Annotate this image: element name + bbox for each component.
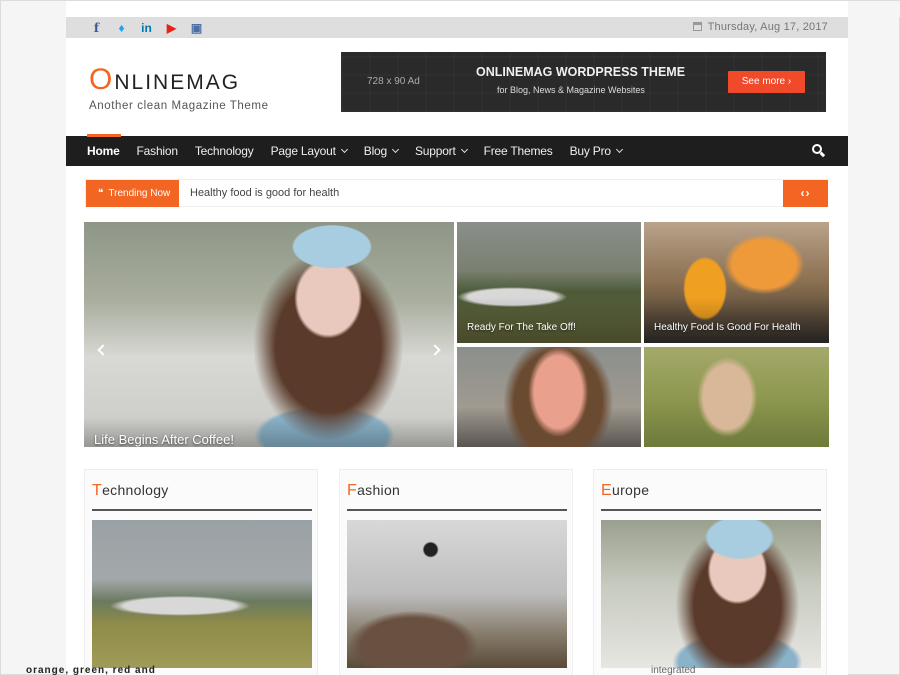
ad-see-more-button[interactable]: See more › [728, 71, 805, 93]
nav-label: Blog [363, 144, 387, 158]
category-title[interactable]: Fashion [347, 482, 400, 500]
nav-item-free-themes[interactable]: Free Themes [484, 144, 553, 158]
trending-headline[interactable]: Healthy food is good for health [190, 187, 339, 199]
trending-label-text: Trending Now [108, 188, 171, 199]
chevron-down-icon [615, 145, 623, 154]
category-europe: Europe [593, 469, 827, 675]
nav-label: Page Layout [270, 144, 336, 158]
title-rest: urope [611, 482, 650, 498]
logo-first-letter: O [89, 63, 115, 96]
category-title[interactable]: Technology [92, 482, 169, 500]
category-image[interactable] [347, 520, 567, 668]
category-technology: Technology [84, 469, 318, 675]
category-divider [92, 509, 312, 511]
category-image[interactable] [92, 520, 312, 668]
calendar-icon [692, 22, 702, 31]
featured-tile-phone[interactable] [457, 347, 641, 447]
category-divider [601, 509, 821, 511]
nav-item-buy-pro[interactable]: Buy Pro [569, 144, 623, 158]
nav-item-home[interactable]: Home [87, 144, 120, 158]
nav-item-fashion[interactable]: Fashion [137, 144, 178, 158]
category-title[interactable]: Europe [601, 482, 649, 500]
category-divider [347, 509, 567, 511]
chevron-down-icon [340, 145, 348, 154]
nav-label: Technology [194, 144, 254, 158]
trending-ticker: ❝ Trending Now Healthy food is good for h… [85, 179, 828, 207]
slide-caption[interactable]: Life Begins After Coffee! [94, 432, 234, 447]
title-first-letter: E [601, 482, 612, 499]
chevron-down-icon [391, 145, 400, 154]
featured-slider[interactable]: Life Begins After Coffee! [84, 222, 454, 447]
facebook-icon[interactable]: f [84, 20, 109, 36]
nav-label: Fashion [136, 144, 178, 158]
featured-tile-guitar[interactable] [644, 347, 829, 447]
current-date: Thursday, Aug 17, 2017 [692, 21, 828, 33]
overflow-text-left: orange, green, red and [26, 665, 156, 675]
overflow-text-right: integrated [651, 665, 696, 675]
title-first-letter: T [92, 482, 103, 499]
top-bar: f ♦ in ▶ ▣ Thursday, Aug 17, 2017 [66, 17, 848, 38]
featured-tile-healthy-food[interactable]: Healthy Food Is Good For Health [644, 222, 829, 343]
main-navigation: Home Fashion Technology Page Layout Blog… [66, 134, 848, 166]
twitter-icon[interactable]: ♦ [109, 20, 134, 36]
social-links: f ♦ in ▶ ▣ [84, 20, 209, 36]
search-icon[interactable] [812, 144, 826, 157]
nav-item-page-layout[interactable]: Page Layout [270, 144, 348, 158]
nav-item-blog[interactable]: Blog [363, 144, 400, 158]
ad-title: ONLINEMAG WORDPRESS THEME [476, 65, 686, 79]
featured-tile-takeoff[interactable]: Ready For The Take Off! [457, 222, 641, 343]
slider-next-icon[interactable] [429, 344, 441, 356]
ad-size-label: 728 x 90 Ad [367, 76, 420, 87]
nav-label: Free Themes [483, 144, 553, 158]
youtube-icon[interactable]: ▶ [159, 20, 184, 36]
trending-prev-next-button[interactable]: ‹› [783, 180, 828, 207]
tile-caption[interactable]: Healthy Food Is Good For Health [654, 322, 801, 333]
nav-label: Home [87, 144, 120, 158]
slider-prev-icon[interactable] [97, 344, 109, 356]
tile-caption[interactable]: Ready For The Take Off! [467, 322, 576, 333]
title-first-letter: F [347, 482, 358, 499]
title-rest: echnology [102, 482, 169, 498]
category-image[interactable] [601, 520, 821, 668]
nav-item-support[interactable]: Support [414, 144, 468, 158]
ad-subtitle: for Blog, News & Magazine Websites [497, 85, 645, 95]
title-rest: ashion [357, 482, 401, 498]
logo-rest: NLINEMAG [114, 71, 241, 94]
chevron-down-icon [460, 145, 468, 154]
site-logo[interactable]: ONLINEMAG [89, 63, 240, 97]
linkedin-icon[interactable]: in [134, 20, 159, 36]
nav-label: Buy Pro [569, 144, 611, 158]
nav-label: Support [414, 144, 456, 158]
instagram-icon[interactable]: ▣ [184, 20, 209, 36]
site-tagline: Another clean Magazine Theme [89, 100, 269, 112]
trending-label: ❝ Trending Now [86, 180, 179, 207]
nav-item-technology[interactable]: Technology [195, 144, 254, 158]
category-fashion: Fashion [339, 469, 573, 675]
header-ad-banner[interactable]: 728 x 90 Ad ONLINEMAG WORDPRESS THEME fo… [341, 52, 826, 112]
megaphone-icon: ❝ [98, 188, 104, 199]
date-text: Thursday, Aug 17, 2017 [707, 21, 828, 33]
